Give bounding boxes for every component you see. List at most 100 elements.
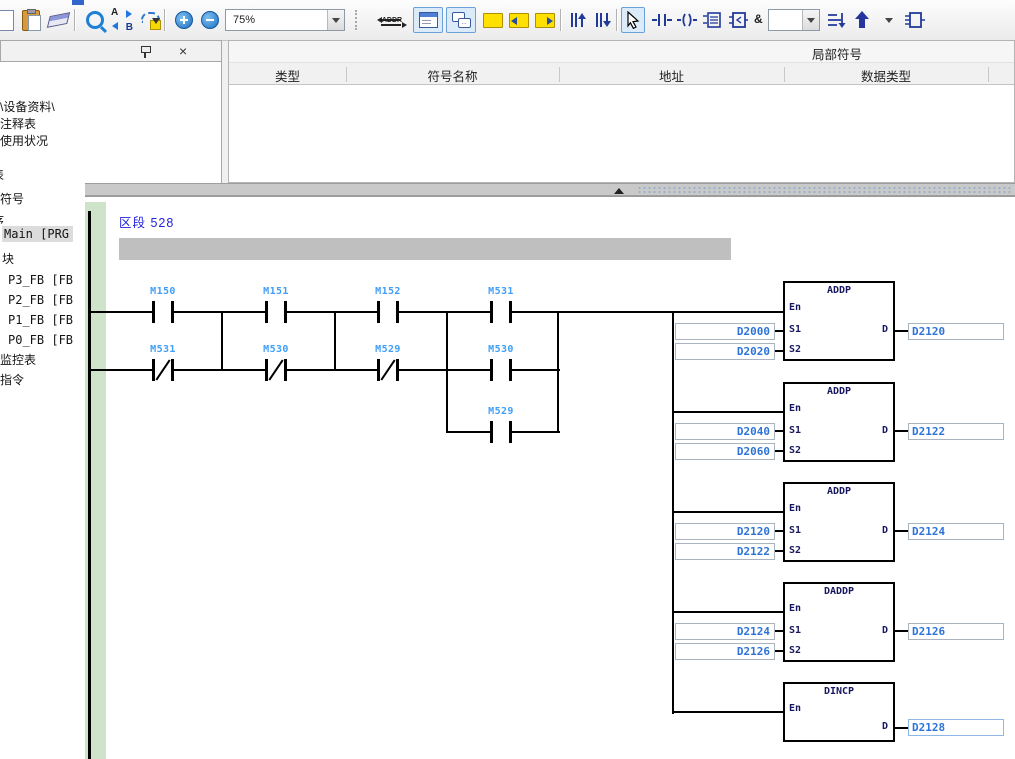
- nc-contact-M531[interactable]: [152, 358, 174, 382]
- network-comment-bar[interactable]: [119, 238, 731, 260]
- function-block-addp-3[interactable]: ADDP En S1 S2 D: [783, 482, 895, 562]
- operand-d[interactable]: D2124: [908, 523, 1004, 540]
- function-block-daddp[interactable]: DADDP En S1 S2 D: [783, 582, 895, 662]
- column-header-datatype[interactable]: 数据类型: [784, 66, 988, 85]
- bookmark-icon[interactable]: [481, 7, 505, 33]
- instruction-dropdown-arrow[interactable]: [802, 10, 819, 30]
- clipped-document-icon[interactable]: [0, 7, 18, 33]
- nc-contact-M529[interactable]: [377, 358, 399, 382]
- function-block-addp-1[interactable]: ADDP En S1 S2 D: [783, 281, 895, 361]
- operand-d-selected[interactable]: D2128: [908, 719, 1004, 736]
- no-contact-M529[interactable]: [490, 420, 512, 444]
- operand-s1[interactable]: D2000: [675, 323, 775, 340]
- jump-dropdown-arrow[interactable]: [880, 7, 898, 33]
- network-section-label[interactable]: 区段 528: [119, 212, 174, 231]
- operand-d[interactable]: D2122: [908, 423, 1004, 440]
- contact-label: M531: [133, 344, 193, 355]
- applied-instruction-icon[interactable]: [700, 7, 724, 33]
- tree-item-p1-fb[interactable]: P1_FB [FB: [8, 313, 73, 327]
- no-contact-M152[interactable]: [377, 300, 399, 324]
- column-header-name[interactable]: 符号名称: [346, 66, 559, 85]
- tree-item-block[interactable]: 块: [2, 252, 14, 266]
- operand-s1[interactable]: D2124: [675, 623, 775, 640]
- collapse-panel-button[interactable]: [608, 186, 630, 195]
- pin-s2: S2: [789, 445, 801, 456]
- previous-bookmark-icon[interactable]: [507, 7, 531, 33]
- no-contact-M151[interactable]: [265, 300, 287, 324]
- address-mode-icon[interactable]: ADDR: [376, 7, 408, 33]
- column-separator[interactable]: [346, 67, 347, 82]
- function-block-addp-2[interactable]: ADDP En S1 S2 D: [783, 382, 895, 462]
- column-separator[interactable]: [988, 67, 989, 82]
- pin-icon[interactable]: [139, 45, 151, 59]
- no-contact-M531[interactable]: [490, 300, 512, 324]
- operand-d[interactable]: D2126: [908, 623, 1004, 640]
- operand-s2[interactable]: D2060: [675, 443, 775, 460]
- compare-instruction-icon[interactable]: [824, 7, 848, 33]
- operand-s2[interactable]: D2020: [675, 343, 775, 360]
- symbol-table-view-icon[interactable]: [413, 7, 443, 33]
- normally-open-contact-icon[interactable]: [650, 7, 674, 33]
- tree-item-usage-status[interactable]: 使用状况: [0, 134, 48, 148]
- goto-icon[interactable]: [138, 7, 164, 33]
- operand-s2[interactable]: D2126: [675, 643, 775, 660]
- ladder-editor[interactable]: 区段 528 M150 M151 M152 M531 M531 M530 M52…: [85, 196, 1015, 759]
- function-block-dincp[interactable]: DINCP En D: [783, 682, 895, 742]
- tree-item-fragment-1[interactable]: 表: [0, 168, 4, 182]
- column-header-address[interactable]: 地址: [559, 66, 784, 85]
- wire: [895, 430, 908, 432]
- operand-s1[interactable]: D2120: [675, 523, 775, 540]
- next-bookmark-icon[interactable]: [533, 7, 557, 33]
- selection-tool-icon[interactable]: [621, 7, 645, 33]
- nc-contact-M530[interactable]: [265, 358, 287, 382]
- operand-d[interactable]: D2120: [908, 323, 1004, 340]
- tree-item-main-prg[interactable]: Main [PRG: [2, 226, 73, 242]
- column-separator[interactable]: [784, 67, 785, 82]
- paste-icon[interactable]: [18, 7, 44, 33]
- zoom-level-combobox[interactable]: 75%: [225, 9, 345, 31]
- tree-item-p0-fb[interactable]: P0_FB [FB: [8, 333, 73, 347]
- tree-item-monitor-table[interactable]: 监控表: [0, 353, 36, 367]
- pin-s1: S1: [789, 425, 801, 436]
- wire: [672, 511, 783, 513]
- zoom-dropdown-arrow[interactable]: [327, 10, 344, 30]
- wire: [672, 611, 783, 613]
- toolbar-separator: [616, 9, 618, 31]
- zoom-out-icon[interactable]: [197, 7, 223, 33]
- find-replace-icon[interactable]: A B: [108, 7, 136, 33]
- zoom-in-icon[interactable]: [171, 7, 197, 33]
- block-title: ADDP: [785, 285, 893, 296]
- eraser-icon[interactable]: [45, 7, 71, 33]
- tree-item-p3-fb[interactable]: P3_FB [FB: [8, 273, 73, 287]
- tree-item-comment-table[interactable]: 注释表: [0, 117, 36, 131]
- network-block-icon[interactable]: [902, 7, 928, 33]
- jump-up-icon[interactable]: [850, 7, 874, 33]
- operand-s2[interactable]: D2122: [675, 543, 775, 560]
- operand-s1[interactable]: D2040: [675, 423, 775, 440]
- contact-label: M150: [133, 286, 193, 297]
- tree-item-instructions[interactable]: 指令: [0, 373, 24, 387]
- no-contact-M150[interactable]: [152, 300, 174, 324]
- insert-row-above-icon[interactable]: [565, 7, 591, 33]
- column-header-type[interactable]: 类型: [229, 66, 346, 85]
- output-coil-icon[interactable]: [676, 7, 698, 33]
- horizontal-splitter[interactable]: [85, 183, 1015, 196]
- search-icon[interactable]: [82, 7, 108, 33]
- wire: [895, 530, 908, 532]
- function-block-icon[interactable]: [726, 7, 750, 33]
- no-contact-M530[interactable]: [490, 358, 512, 382]
- tree-item-p2-fb[interactable]: P2_FB [FB: [8, 293, 73, 307]
- contact-label: M531: [471, 286, 531, 297]
- instruction-combobox[interactable]: [768, 9, 820, 31]
- column-separator[interactable]: [559, 67, 560, 82]
- wire: [775, 550, 783, 552]
- pin-en: En: [789, 603, 801, 614]
- block-title: DADDP: [785, 586, 893, 597]
- tree-item-device-data[interactable]: \设备资料\: [0, 100, 55, 114]
- close-icon[interactable]: ×: [179, 43, 187, 59]
- tree-item-symbols[interactable]: 符号: [0, 192, 24, 206]
- insert-row-below-icon[interactable]: [590, 7, 616, 33]
- comments-view-icon[interactable]: ‥: [446, 7, 476, 33]
- pin-en: En: [789, 302, 801, 313]
- pin-en: En: [789, 503, 801, 514]
